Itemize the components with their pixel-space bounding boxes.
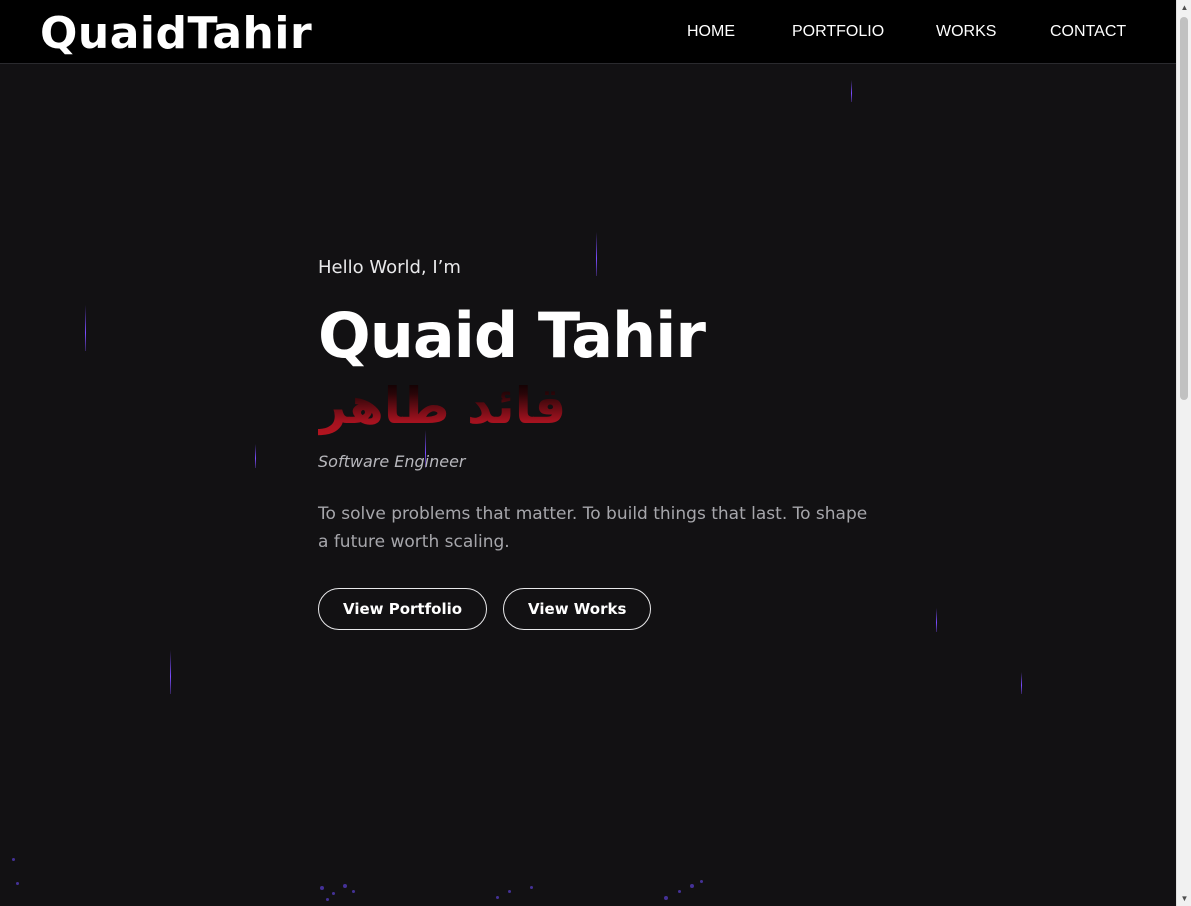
hero-section: Hello World, I’m Quaid Tahir قائد طاهر S…	[318, 250, 878, 630]
view-portfolio-button[interactable]: View Portfolio	[318, 588, 488, 630]
hero-arabic-name: قائد طاهر	[318, 377, 567, 435]
decorative-particle	[320, 886, 324, 890]
decorative-particle	[530, 886, 533, 889]
decorative-particle	[332, 892, 335, 895]
decorative-particle	[664, 896, 668, 900]
chevron-up-icon[interactable]: ▲	[1177, 0, 1191, 15]
page: QuaidTahir HOME PORTFOLIO WORKS CONTACT …	[0, 0, 1176, 906]
chevron-down-icon[interactable]: ▼	[1177, 891, 1191, 906]
hero-buttons: View Portfolio View Works	[318, 588, 878, 630]
decorative-streak	[851, 80, 852, 102]
hero-tagline: To solve problems that matter. To build …	[318, 504, 868, 552]
decorative-particle	[496, 896, 499, 899]
hero-name: Quaid Tahir	[318, 299, 706, 372]
site-logo[interactable]: QuaidTahir	[40, 6, 312, 62]
decorative-particle	[16, 882, 19, 885]
decorative-streak	[936, 608, 937, 632]
vertical-scrollbar[interactable]: ▲ ▼	[1176, 0, 1191, 906]
decorative-particle	[690, 884, 694, 888]
decorative-streak	[255, 444, 256, 468]
decorative-streak	[170, 650, 171, 694]
nav-item-works[interactable]: WORKS	[936, 23, 996, 41]
decorative-particle	[326, 898, 329, 901]
decorative-particle	[678, 890, 681, 893]
decorative-streak	[1021, 672, 1022, 694]
site-header: QuaidTahir HOME PORTFOLIO WORKS CONTACT	[0, 0, 1176, 64]
decorative-particle	[352, 890, 355, 893]
nav-item-home[interactable]: HOME	[687, 23, 735, 41]
scrollbar-thumb[interactable]	[1180, 17, 1188, 400]
hero-role: Software Engineer	[318, 452, 466, 471]
hero-greeting: Hello World, I’m	[318, 257, 461, 278]
nav-item-portfolio[interactable]: PORTFOLIO	[792, 23, 884, 41]
decorative-particle	[343, 884, 347, 888]
decorative-particle	[12, 858, 15, 861]
nav-item-contact[interactable]: CONTACT	[1050, 23, 1126, 41]
decorative-particle	[508, 890, 511, 893]
decorative-streak	[85, 305, 86, 351]
view-works-button[interactable]: View Works	[503, 588, 652, 630]
decorative-particle	[700, 880, 703, 883]
